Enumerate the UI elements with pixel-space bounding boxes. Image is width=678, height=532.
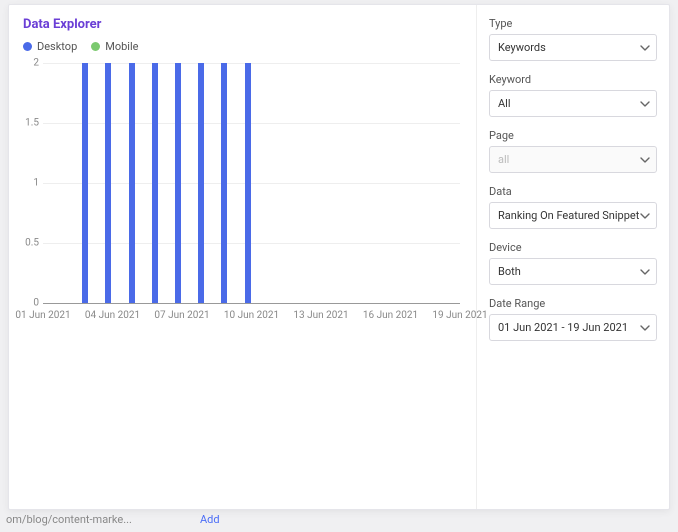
bar-group xyxy=(82,63,96,303)
chevron-down-icon xyxy=(640,267,650,277)
chevron-down-icon xyxy=(640,211,650,221)
chart-y-tick-label: 0.5 xyxy=(23,238,39,249)
data-explorer-modal: Data Explorer Desktop Mobile 00.511.52 0… xyxy=(8,4,670,510)
select-value: Ranking On Featured Snippet xyxy=(498,209,639,222)
chart-y-tick-label: 2 xyxy=(23,58,39,69)
chart-plot-area: 00.511.52 xyxy=(43,63,460,304)
chart-x-tick-label: 13 Jun 2021 xyxy=(293,310,348,321)
data-select[interactable]: Ranking On Featured Snippet xyxy=(489,202,657,229)
bar-desktop xyxy=(245,63,251,303)
chart-legend: Desktop Mobile xyxy=(23,40,462,53)
legend-swatch-mobile xyxy=(91,42,100,51)
page-select: all xyxy=(489,146,657,173)
legend-swatch-desktop xyxy=(23,42,32,51)
chevron-down-icon xyxy=(640,43,650,53)
bar-desktop xyxy=(105,63,111,303)
chart-y-tick-label: 0 xyxy=(23,298,39,309)
select-value: Keywords xyxy=(498,41,546,54)
legend-item-desktop[interactable]: Desktop xyxy=(23,40,77,53)
chevron-down-icon xyxy=(640,155,650,165)
modal-title: Data Explorer xyxy=(23,17,462,32)
legend-label: Mobile xyxy=(105,40,138,53)
bar-group xyxy=(221,63,235,303)
field-date_range: Date Range 01 Jun 2021 - 19 Jun 2021 xyxy=(489,297,657,341)
bar-desktop xyxy=(82,63,88,303)
chart-x-tick-label: 01 Jun 2021 xyxy=(15,310,70,321)
field-label: Keyword xyxy=(489,73,657,86)
field-label: Device xyxy=(489,241,657,254)
bar-group xyxy=(105,63,119,303)
field-label: Page xyxy=(489,129,657,142)
legend-label: Desktop xyxy=(37,40,77,53)
chart-x-tick-label: 16 Jun 2021 xyxy=(363,310,418,321)
bar-desktop xyxy=(198,63,204,303)
select-value: Both xyxy=(498,265,521,278)
type-select[interactable]: Keywords xyxy=(489,34,657,61)
bar-group xyxy=(245,63,259,303)
chart-x-tick-label: 19 Jun 2021 xyxy=(432,310,487,321)
bar-group xyxy=(175,63,189,303)
field-label: Date Range xyxy=(489,297,657,310)
bar-desktop xyxy=(175,63,181,303)
field-keyword: Keyword All xyxy=(489,73,657,117)
field-label: Type xyxy=(489,17,657,30)
field-type: Type Keywords xyxy=(489,17,657,61)
chart-plot xyxy=(43,63,460,303)
legend-item-mobile[interactable]: Mobile xyxy=(91,40,138,53)
bar-group xyxy=(198,63,212,303)
date_range-select[interactable]: 01 Jun 2021 - 19 Jun 2021 xyxy=(489,314,657,341)
select-value: All xyxy=(498,97,511,110)
chart-y-tick-label: 1 xyxy=(23,178,39,189)
bg-row-url: om/blog/content-marke... xyxy=(6,513,132,526)
select-value: all xyxy=(498,153,509,166)
chart-x-tick-label: 07 Jun 2021 xyxy=(154,310,209,321)
select-value: 01 Jun 2021 - 19 Jun 2021 xyxy=(498,321,628,334)
field-page: Page all xyxy=(489,129,657,173)
chevron-down-icon xyxy=(640,323,650,333)
chart-x-axis: 01 Jun 202104 Jun 202107 Jun 202110 Jun … xyxy=(43,304,460,330)
bar-group xyxy=(152,63,166,303)
chart: 00.511.52 01 Jun 202104 Jun 202107 Jun 2… xyxy=(23,63,462,330)
chart-y-tick-label: 1.5 xyxy=(23,118,39,129)
field-label: Data xyxy=(489,185,657,198)
bar-desktop xyxy=(221,63,227,303)
bar-desktop xyxy=(152,63,158,303)
filters-panel: Type Keywords Keyword All Page all Data Ranking… xyxy=(476,5,669,509)
bar-desktop xyxy=(129,63,135,303)
chart-x-tick-label: 04 Jun 2021 xyxy=(85,310,140,321)
field-data: Data Ranking On Featured Snippet xyxy=(489,185,657,229)
device-select[interactable]: Both xyxy=(489,258,657,285)
chevron-down-icon xyxy=(640,99,650,109)
keyword-select[interactable]: All xyxy=(489,90,657,117)
bg-add-link[interactable]: Add xyxy=(200,513,220,526)
field-device: Device Both xyxy=(489,241,657,285)
chart-x-tick-label: 10 Jun 2021 xyxy=(224,310,279,321)
chart-panel: Data Explorer Desktop Mobile 00.511.52 0… xyxy=(9,5,476,509)
bar-group xyxy=(129,63,143,303)
